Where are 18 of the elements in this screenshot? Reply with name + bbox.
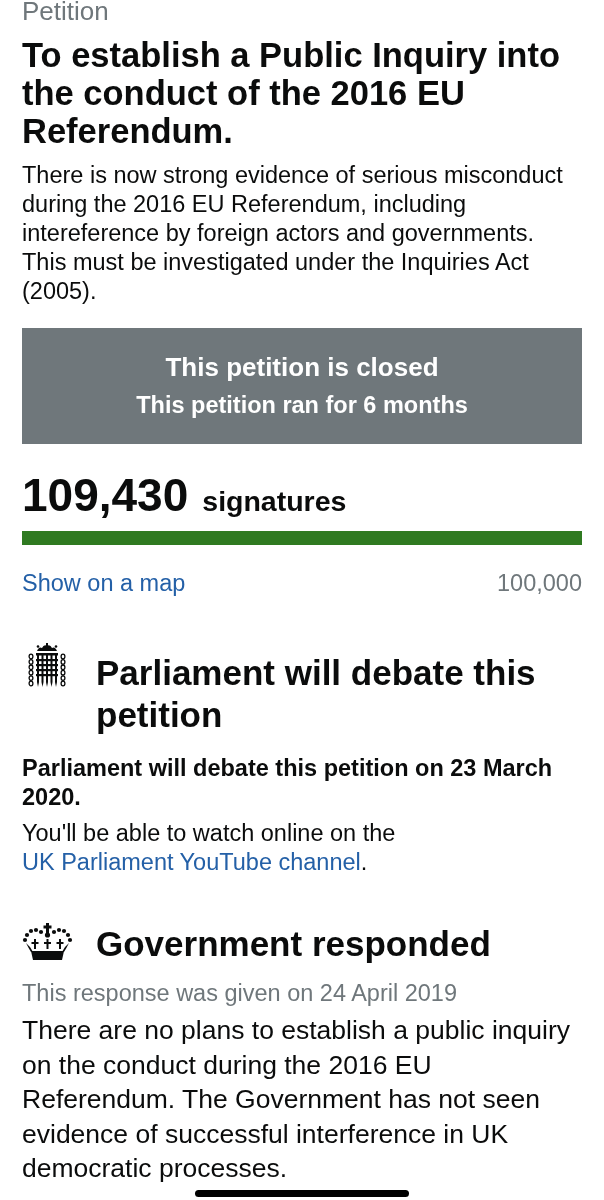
section-heading: Government responded	[96, 923, 492, 965]
crown-icon	[22, 923, 73, 960]
signature-count: 109,430	[22, 469, 189, 521]
watch-online-text: You'll be able to watch online on the UK Parliament YouTube channel.	[22, 819, 397, 877]
portcullis-icon	[28, 643, 66, 689]
response-text: There are no plans to establish a public inquiry on the conduct during the 2016 EU Referendum. The Government has not seen evidence of successful interference in UK democratic processes.	[22, 1014, 571, 1185]
channel-link[interactable]: UK Parliament YouTube channel	[22, 849, 361, 875]
petition-description: There is now strong evidence of serious misconduct during the 2016 EU Referendum, including intereference by foreign actors and governments. This must be investigated under the Inquiries Act (2005).	[22, 161, 564, 306]
petition-title: To establish a Public Inquiry into the conduct of the 2016 EU Referendum.	[22, 36, 561, 150]
threshold-count: 100,000	[497, 569, 582, 597]
response-date: This response was given on 24 April 2019	[22, 979, 458, 1007]
signatures-label: signatures	[202, 484, 347, 518]
section-heading: Parliament will debate this petition	[96, 652, 537, 736]
debate-date-text: Parliament will debate this petition on 23 March 2020.	[22, 754, 554, 812]
banner-title: This petition is closed	[165, 352, 439, 382]
page-kicker: Petition	[22, 0, 109, 22]
map-link[interactable]: Show on a map	[22, 569, 186, 597]
banner-subtitle: This petition ran for 6 months	[136, 391, 468, 419]
